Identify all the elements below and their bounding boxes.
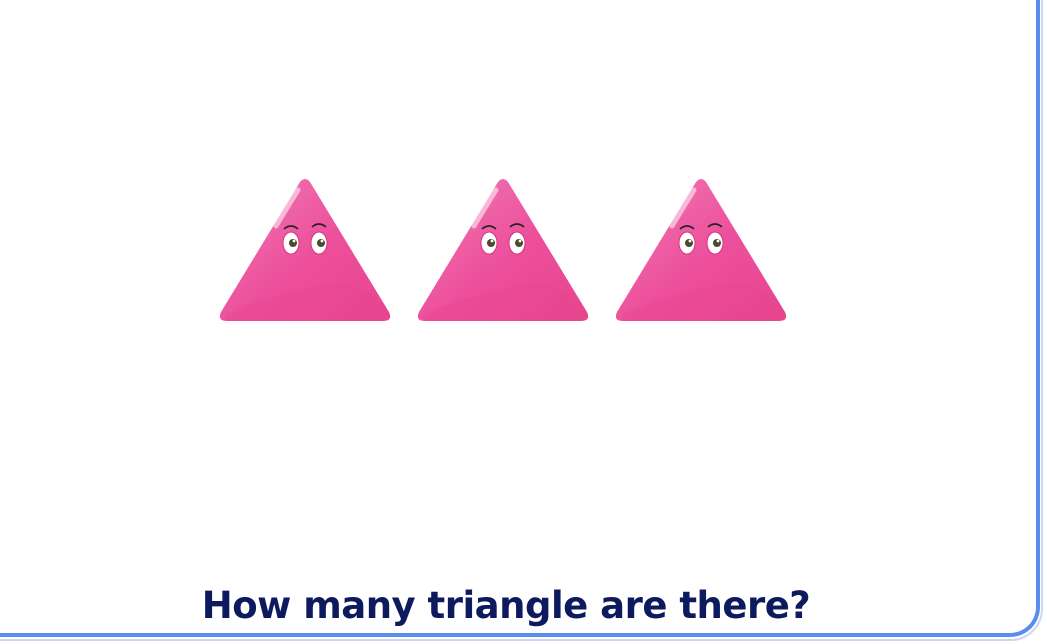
triangle-icon (615, 179, 787, 321)
triangle-icon (219, 179, 391, 321)
triangle-icon (417, 179, 589, 321)
question-text: How many triangle are there? (201, 584, 811, 627)
